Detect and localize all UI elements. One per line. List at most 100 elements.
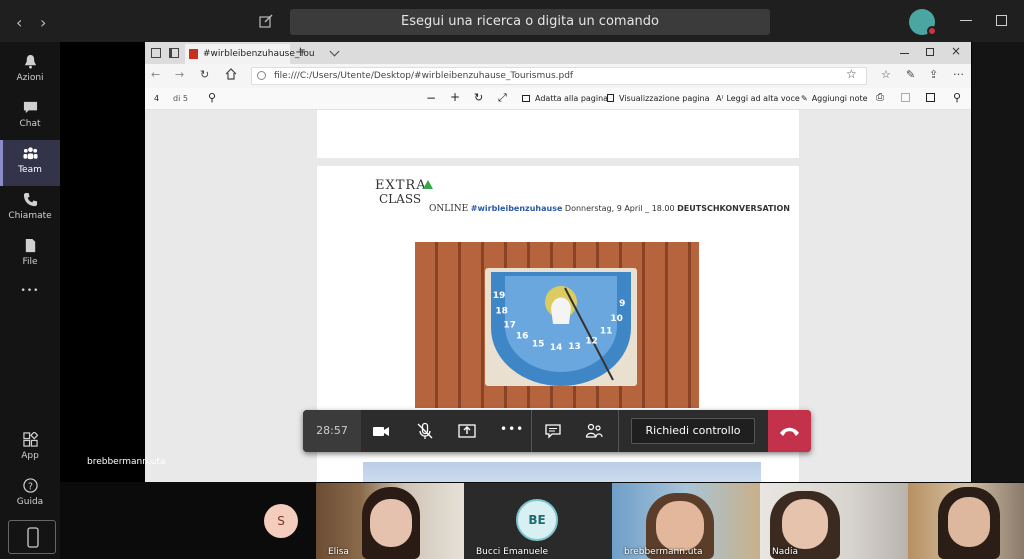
device-button[interactable] bbox=[8, 520, 56, 554]
window-close-button[interactable]: × bbox=[951, 44, 961, 58]
sundial-number: 13 bbox=[568, 342, 581, 352]
rail-item-file[interactable]: File bbox=[0, 232, 60, 278]
page-view-icon bbox=[607, 94, 614, 102]
presenter-name: brebbermann.uta bbox=[87, 457, 166, 467]
zoom-in-icon[interactable]: + bbox=[450, 90, 460, 104]
tab-dropdown-icon[interactable] bbox=[329, 46, 340, 57]
pin-toolbar-icon[interactable]: ⚲ bbox=[953, 91, 961, 104]
browser-tab[interactable]: #wirbleibenzuhause_Tou bbox=[185, 44, 315, 64]
more-actions-button[interactable]: ••• bbox=[500, 422, 523, 440]
sundial-number: 9 bbox=[619, 299, 625, 309]
read-aloud-icon: A⁾ bbox=[716, 94, 724, 103]
participant-face bbox=[782, 499, 828, 549]
new-tab-button[interactable]: + bbox=[295, 45, 306, 60]
forward-button[interactable]: › bbox=[40, 13, 46, 32]
banner-online: ONLINE bbox=[429, 204, 469, 214]
tab-actions-icon[interactable] bbox=[151, 48, 161, 58]
favorite-star-icon[interactable]: ☆ bbox=[846, 67, 857, 81]
print-icon[interactable]: ⎙ bbox=[876, 92, 884, 103]
request-control-button[interactable]: Richiedi controllo bbox=[631, 418, 755, 444]
share-screen-button[interactable] bbox=[458, 422, 476, 440]
rail-item-label: Chiamate bbox=[8, 211, 52, 221]
home-icon[interactable] bbox=[225, 68, 237, 80]
url-input[interactable]: file:///C:/Users/Utente/Desktop/#wirblei… bbox=[251, 67, 867, 85]
rail-item-azioni[interactable]: Azioni bbox=[0, 48, 60, 94]
sundial-photo: 9 10 11 12 13 14 15 16 17 18 19 bbox=[415, 242, 699, 408]
browser-tab-bar: #wirbleibenzuhause_Tou + × bbox=[145, 42, 971, 64]
participant-face bbox=[370, 499, 412, 547]
apps-icon bbox=[23, 432, 38, 447]
participant-avatar-s[interactable]: S bbox=[264, 504, 298, 538]
help-icon: ? bbox=[23, 478, 38, 493]
rotate-icon[interactable]: ↻ bbox=[474, 91, 483, 104]
refresh-icon[interactable]: ↻ bbox=[200, 68, 209, 81]
file-icon bbox=[25, 238, 36, 253]
team-icon bbox=[23, 147, 38, 160]
favorites-icon[interactable]: ☆ bbox=[881, 68, 891, 81]
bell-icon bbox=[24, 54, 37, 69]
status-dot bbox=[927, 26, 937, 36]
back-button[interactable]: ‹ bbox=[16, 13, 22, 32]
rail-item-chat[interactable]: Chat bbox=[0, 94, 60, 140]
share-icon[interactable]: ⇪ bbox=[929, 68, 938, 81]
pdf-search-icon[interactable]: ⚲ bbox=[208, 91, 216, 104]
participant-tile-nadia[interactable]: Nadia bbox=[760, 483, 908, 559]
divider bbox=[618, 410, 619, 452]
page-number-input[interactable]: 4 bbox=[154, 94, 159, 103]
browser-forward-icon[interactable]: → bbox=[175, 68, 184, 81]
rail-item-guida[interactable]: ? Guida bbox=[0, 472, 60, 518]
sundial-number: 14 bbox=[550, 343, 563, 353]
sundial-number: 15 bbox=[532, 340, 545, 350]
maximize-button[interactable] bbox=[996, 15, 1007, 26]
teams-title-bar: ‹ › Esegui una ricerca o digita un coman… bbox=[0, 0, 1024, 42]
hang-up-button[interactable] bbox=[768, 410, 811, 452]
menu-icon[interactable]: … bbox=[953, 65, 964, 78]
participant-tile-elisa[interactable]: Elisa bbox=[316, 483, 464, 559]
participants-button[interactable] bbox=[585, 422, 603, 440]
add-notes-label: Aggiungi note bbox=[811, 94, 868, 103]
chat-bubble-icon bbox=[545, 424, 561, 439]
compose-icon[interactable] bbox=[259, 14, 273, 28]
sundial-number: 16 bbox=[516, 332, 529, 342]
search-input[interactable]: Esegui una ricerca o digita un comando bbox=[290, 9, 770, 35]
save-icon[interactable] bbox=[901, 93, 910, 102]
more-apps-button[interactable]: ••• bbox=[0, 286, 60, 296]
fullscreen-icon[interactable]: ⤢ bbox=[498, 91, 507, 105]
chat-icon bbox=[23, 101, 38, 114]
participant-name: Elisa bbox=[328, 547, 349, 557]
sundial-face: 9 10 11 12 13 14 15 16 17 18 19 bbox=[485, 268, 637, 386]
rail-item-team[interactable]: Team bbox=[0, 140, 60, 186]
divider bbox=[531, 410, 532, 452]
participant-tile-sixth[interactable] bbox=[908, 483, 1024, 559]
minimize-button[interactable] bbox=[960, 20, 972, 21]
chat-panel-button[interactable] bbox=[544, 422, 562, 440]
add-notes-button[interactable]: ✎ Aggiungi note bbox=[801, 94, 868, 103]
mic-off-icon bbox=[417, 422, 433, 439]
pen-icon[interactable]: ✎ bbox=[906, 68, 915, 81]
browser-back-icon[interactable]: ← bbox=[151, 68, 160, 81]
banner-date: Donnerstag, 9 April _ 18.00 bbox=[562, 204, 678, 213]
participant-name: Nadia bbox=[772, 547, 798, 557]
camera-icon bbox=[373, 427, 389, 436]
call-control-bar: 28:57 ••• Richiedi controllo bbox=[303, 410, 811, 452]
rail-item-chiamate[interactable]: Chiamate bbox=[0, 186, 60, 232]
save-as-icon[interactable] bbox=[926, 93, 935, 102]
fit-page-button[interactable]: Adatta alla pagina bbox=[522, 94, 608, 103]
read-aloud-button[interactable]: A⁾ Leggi ad alta voce bbox=[716, 94, 800, 103]
participant-face bbox=[656, 501, 704, 551]
zoom-out-icon[interactable]: − bbox=[426, 91, 436, 105]
window-minimize-button[interactable] bbox=[900, 53, 909, 54]
mute-button[interactable] bbox=[416, 422, 434, 440]
rail-item-label: Team bbox=[18, 165, 42, 175]
mobile-icon bbox=[27, 527, 39, 548]
camera-button[interactable] bbox=[372, 422, 390, 440]
rail-item-app[interactable]: App bbox=[0, 426, 60, 472]
window-restore-button[interactable] bbox=[926, 48, 934, 56]
participants-icon bbox=[585, 423, 603, 438]
page-view-button[interactable]: Visualizzazione pagina bbox=[607, 94, 710, 103]
set-aside-tabs-icon[interactable] bbox=[169, 48, 179, 58]
participant-name: Bucci Emanuele bbox=[476, 547, 549, 557]
rail-item-label: App bbox=[21, 451, 39, 461]
participant-tile-brebbermann[interactable]: brebbermann.uta bbox=[612, 483, 760, 559]
page-total: di 5 bbox=[173, 94, 188, 103]
